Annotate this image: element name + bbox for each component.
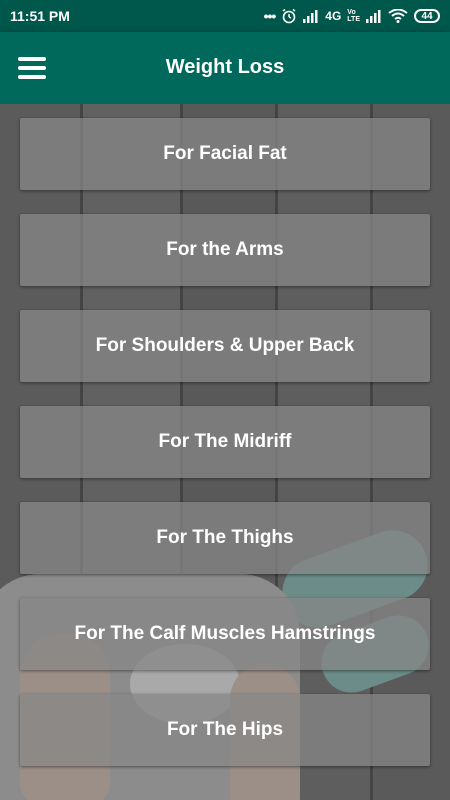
list-item-shoulders-upper-back[interactable]: For Shoulders & Upper Back (20, 310, 430, 382)
list-item-midriff[interactable]: For The Midriff (20, 406, 430, 478)
volte-top: Vo (347, 9, 356, 16)
list-item-hips[interactable]: For The Hips (20, 694, 430, 766)
status-icons: ••• 4G Vo LTE 44 (264, 6, 440, 26)
wifi-icon (388, 9, 408, 23)
network-type: 4G (325, 9, 342, 23)
more-dots-icon: ••• (263, 8, 277, 24)
app-bar: Weight Loss (0, 32, 450, 104)
status-bar: 11:51 PM ••• 4G Vo LTE 44 (0, 0, 450, 32)
status-time: 11:51 PM (10, 8, 70, 24)
battery-icon: 44 (414, 9, 440, 23)
list-item-thighs[interactable]: For The Thighs (20, 502, 430, 574)
page-title: Weight Loss (165, 56, 285, 78)
list-item-calf-hamstrings[interactable]: For The Calf Muscles Hamstrings (20, 598, 430, 670)
volte-badge: Vo LTE (347, 9, 360, 23)
category-list: For Facial Fat For the Arms For Shoulder… (20, 118, 430, 766)
list-item-facial-fat[interactable]: For Facial Fat (20, 118, 430, 190)
signal-icon (366, 10, 381, 23)
list-item-arms[interactable]: For the Arms (20, 214, 430, 286)
signal-icon (303, 10, 318, 23)
volte-bottom: LTE (347, 16, 360, 23)
alarm-icon (282, 8, 296, 24)
